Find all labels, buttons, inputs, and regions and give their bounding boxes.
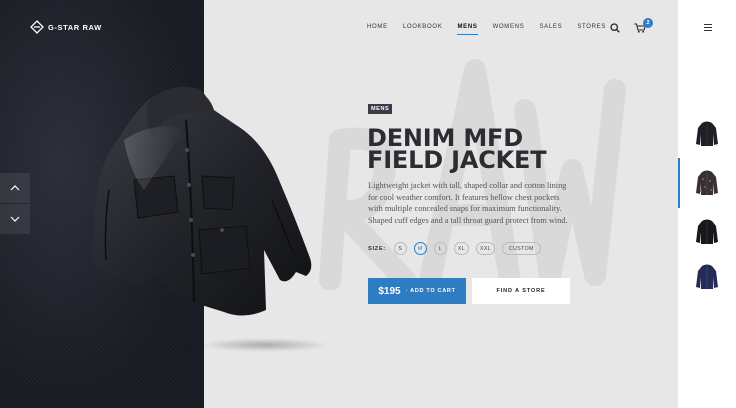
add-to-cart-label: · ADD TO CART [405,288,456,294]
size-option-custom[interactable]: CUSTOM [502,242,541,255]
size-selector: SIZE: S M L XL XXL CUSTOM [368,242,548,255]
brand-logo[interactable]: G-STAR RAW [30,20,102,34]
product-image-jacket [92,86,312,316]
thumbnail-2[interactable] [694,168,720,198]
product-title-line-2: FIELD JACKET [367,146,547,174]
thumbnail-1[interactable] [694,119,720,149]
g-star-logo-icon [30,20,44,34]
nav-stores[interactable]: STORES [577,24,606,30]
nav-home[interactable]: HOME [367,24,388,30]
add-to-cart-button[interactable]: $195 · ADD TO CART [368,278,466,304]
jacket-thumbnail-black-icon [696,219,718,244]
slide-next-button[interactable] [0,204,30,234]
jacket-thumbnail-black-icon [696,121,718,146]
brand-name: G-STAR RAW [48,22,102,32]
product-price: $195 [378,285,401,297]
size-option-xl[interactable]: XL [453,242,469,255]
thumbnail-4[interactable] [694,262,720,292]
main-nav: HOME LOOKBOOK MENS WOMENS SALES STORES [367,24,621,35]
nav-lookbook[interactable]: LOOKBOOK [403,24,443,30]
size-option-s[interactable]: S [393,242,407,255]
product-title: DENIM MFD FIELD JACKET [367,126,607,174]
nav-womens[interactable]: WOMENS [493,24,525,30]
slide-prev-button[interactable] [0,173,30,203]
product-description: Lightweight jacket with tall, shaped col… [368,181,568,225]
thumbnail-3[interactable] [694,217,720,247]
search-icon[interactable] [610,23,620,33]
thumbnail-rail [678,0,736,408]
find-a-store-button[interactable]: FIND A STORE [472,278,570,304]
size-option-m[interactable]: M [413,242,427,255]
size-label: SIZE: [368,245,386,252]
jacket-thumbnail-navy-icon [696,264,718,289]
size-option-l[interactable]: L [433,242,447,255]
jacket-thumbnail-patterned-icon [696,170,718,195]
cart-count-badge: 2 [643,18,653,28]
chevron-down-icon [10,216,20,222]
nav-sales[interactable]: SALES [539,24,562,30]
nav-mens[interactable]: MENS [457,24,478,35]
size-option-xxl[interactable]: XXL [475,242,495,255]
thumbnail-active-indicator [678,158,680,208]
hamburger-menu-icon[interactable] [704,24,712,32]
category-badge: MENS [368,104,393,114]
chevron-up-icon [10,185,20,191]
